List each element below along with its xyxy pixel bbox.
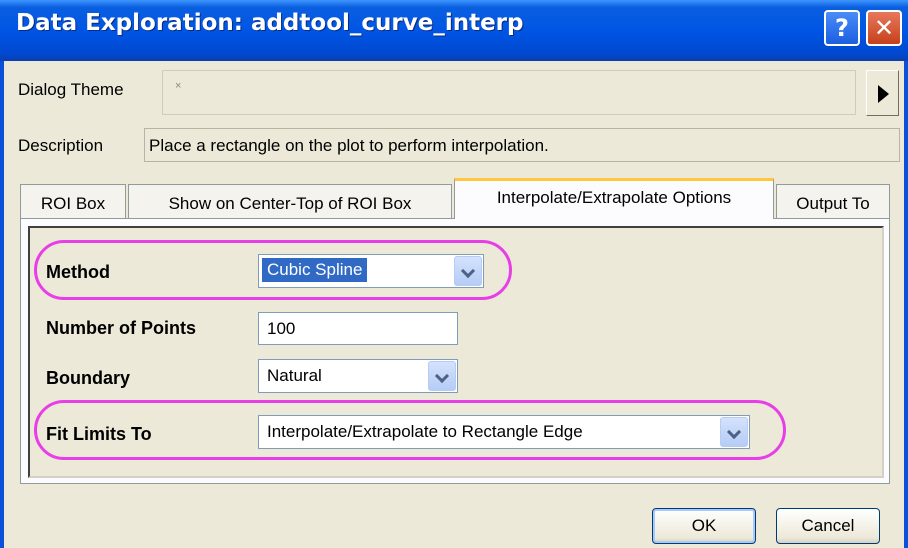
- help-icon[interactable]: ?: [824, 10, 860, 46]
- title-bar: Data Exploration: addtool_curve_interp ?…: [0, 0, 908, 61]
- chevron-down-icon[interactable]: [428, 361, 456, 391]
- tab-output-to[interactable]: Output To: [776, 184, 890, 218]
- theme-placeholder: ×: [175, 80, 182, 92]
- dialog-theme-combo[interactable]: ×: [162, 70, 856, 115]
- close-icon[interactable]: ✕: [866, 10, 902, 46]
- description-label: Description: [18, 136, 104, 155]
- description-text: Place a rectangle on the plot to perform…: [144, 128, 900, 162]
- method-highlight: [34, 240, 512, 300]
- dialog-theme-label: Dialog Theme: [18, 80, 124, 99]
- boundary-value: Natural: [267, 366, 322, 385]
- window-title: Data Exploration: addtool_curve_interp: [16, 10, 524, 36]
- boundary-select[interactable]: Natural: [258, 359, 458, 393]
- tab-roi-box[interactable]: ROI Box: [20, 184, 126, 218]
- theme-menu-arrow-icon[interactable]: [866, 70, 899, 116]
- fit-limits-highlight: [34, 400, 786, 460]
- number-of-points-input[interactable]: [258, 312, 458, 345]
- boundary-label: Boundary: [46, 368, 131, 388]
- window-border-left: [0, 61, 4, 548]
- tab-show-on-center-top[interactable]: Show on Center-Top of ROI Box: [128, 184, 452, 218]
- number-of-points-label: Number of Points: [46, 318, 197, 338]
- cancel-button[interactable]: Cancel: [776, 508, 880, 544]
- tab-interpolate-extrapolate-options[interactable]: Interpolate/Extrapolate Options: [454, 178, 774, 219]
- ok-button[interactable]: OK: [652, 508, 756, 544]
- window-border-right: [904, 61, 908, 548]
